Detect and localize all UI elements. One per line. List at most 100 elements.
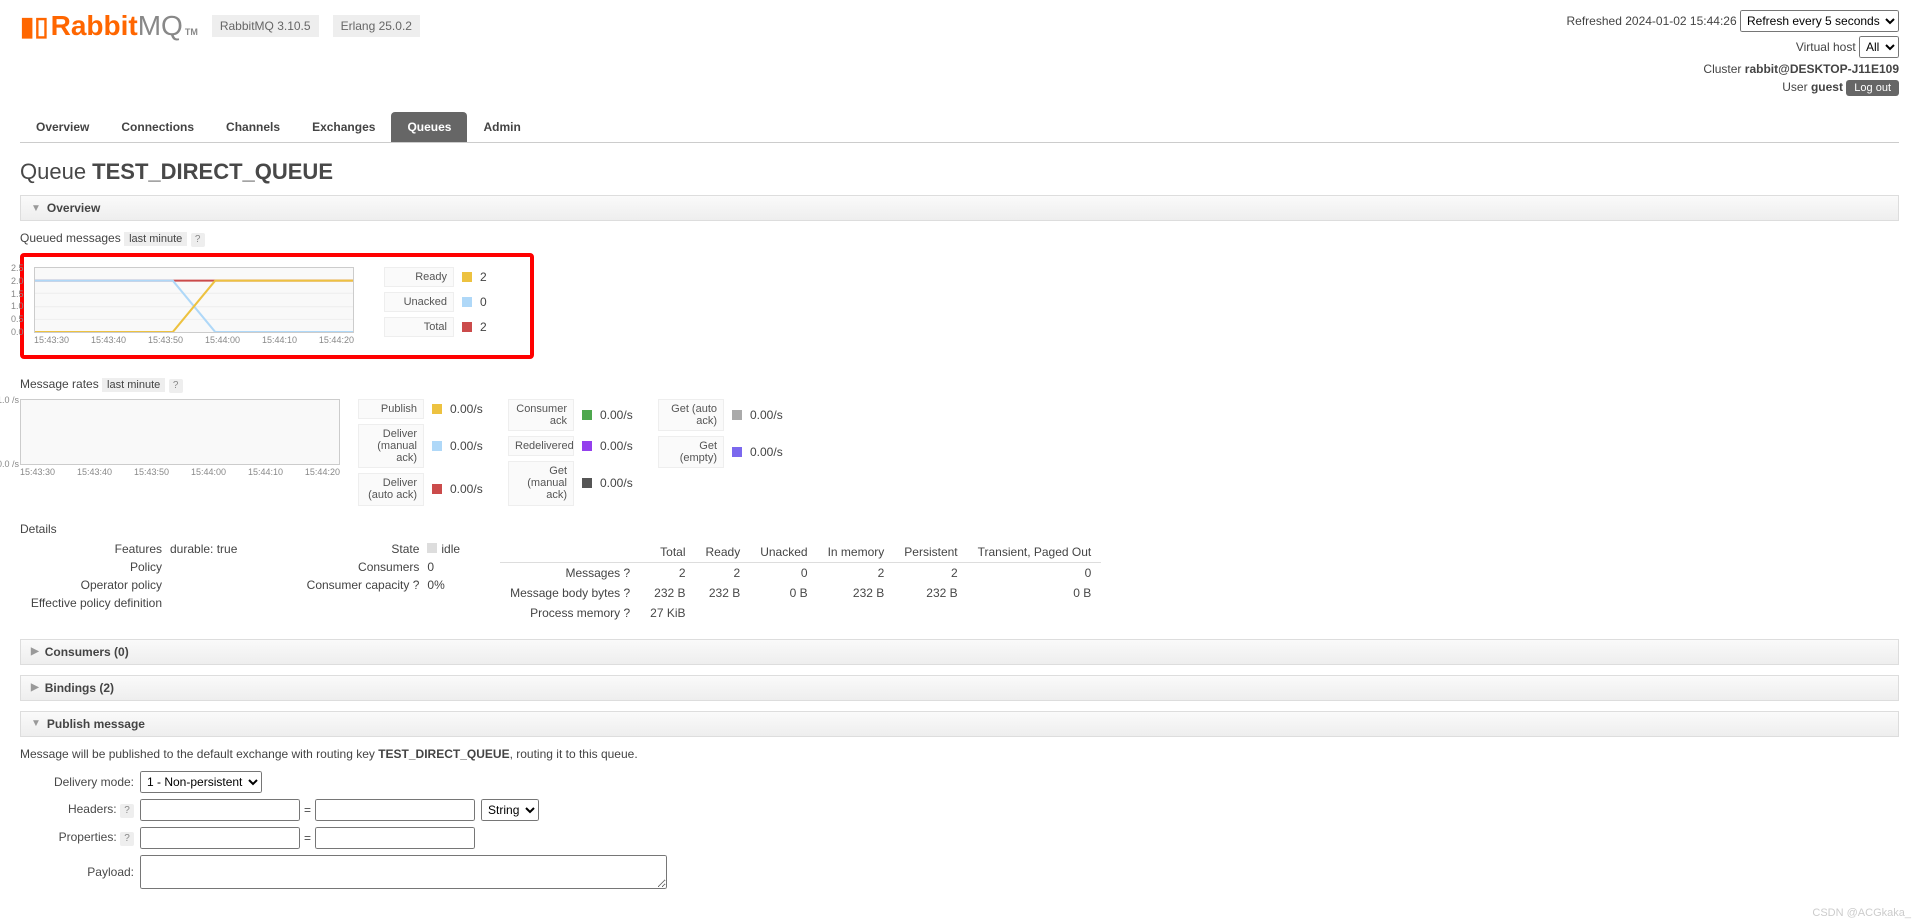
legend-value: 0.00/s (450, 402, 490, 416)
tab-overview[interactable]: Overview (20, 112, 105, 142)
section-publish-header[interactable]: ▼ Publish message (20, 711, 1899, 737)
rates-legend-col: Consumer ack0.00/sRedelivered0.00/sGet (… (508, 399, 640, 506)
logo-text-mq: MQ (138, 10, 183, 42)
swatch-icon (462, 322, 472, 332)
legend-ready: Ready 2 (384, 267, 520, 287)
legend-label: Deliver (auto ack) (358, 473, 424, 505)
property-key-input[interactable] (140, 827, 300, 849)
cell-value: 0 B (750, 583, 817, 603)
header-value-input[interactable] (315, 799, 475, 821)
property-value-input[interactable] (315, 827, 475, 849)
idle-icon (427, 543, 437, 553)
section-overview-header[interactable]: ▼ Overview (20, 195, 1899, 221)
detail-key: Operator policy (20, 578, 170, 592)
refresh-interval-select[interactable]: Refresh every 5 seconds (1740, 10, 1899, 32)
collapse-icon: ▼ (31, 203, 41, 214)
logo[interactable]: ▮▯ RabbitMQTM (20, 10, 198, 42)
col-header: Unacked (750, 542, 817, 563)
queued-messages-chart: 2.5 2.0 1.5 1.0 0.5 0.0 15:43:30 15 (34, 267, 354, 345)
legend-row: Get (auto ack)0.00/s (658, 399, 790, 431)
logout-button[interactable]: Log out (1846, 80, 1899, 96)
watermark: CSDN @ACGkaka_ (1812, 907, 1911, 919)
cell-value: 0 B (968, 583, 1102, 603)
refreshed-label: Refreshed (1567, 14, 1622, 28)
rates-legend-col: Get (auto ack)0.00/s Get (empty) 0.00/s (658, 399, 790, 468)
page-title: Queue TEST_DIRECT_QUEUE (20, 159, 1899, 185)
swatch-icon (462, 297, 472, 307)
col-header: Persistent (894, 542, 967, 563)
time-range-badge[interactable]: last minute (102, 378, 165, 392)
swatch-icon (732, 410, 742, 420)
queue-name: TEST_DIRECT_QUEUE (92, 159, 333, 184)
message-rates-label: Message rates last minute ? (20, 377, 1899, 393)
expand-icon: ▶ (31, 682, 39, 693)
detail-key: Policy (20, 560, 170, 574)
legend-value: 0.00/s (750, 445, 790, 459)
legend-value: 0.00/s (750, 408, 790, 422)
legend-unacked: Unacked 0 (384, 292, 520, 312)
legend-value: 0.00/s (450, 439, 490, 453)
vhost-label: Virtual host (1796, 40, 1856, 54)
queued-messages-highlight: 2.5 2.0 1.5 1.0 0.5 0.0 15:43:30 15 (20, 253, 534, 359)
swatch-icon (582, 410, 592, 420)
col-header: Ready (696, 542, 751, 563)
cell-value (750, 603, 817, 623)
cell-value: 0 (750, 562, 817, 583)
swatch-icon (462, 272, 472, 282)
legend-row: Deliver (manual ack)0.00/s (358, 424, 490, 468)
legend-label: Get (manual ack) (508, 461, 574, 505)
cluster-label: Cluster (1703, 62, 1741, 76)
details-heading: Details (20, 522, 1899, 536)
legend-value: 0.00/s (600, 408, 640, 422)
tab-admin[interactable]: Admin (467, 112, 536, 142)
swatch-icon (432, 441, 442, 451)
logo-text-rabbit: Rabbit (51, 10, 138, 42)
cell-value (696, 603, 751, 623)
header-type-select[interactable]: String (481, 799, 539, 821)
erlang-version-badge: Erlang 25.0.2 (333, 15, 420, 37)
tab-exchanges[interactable]: Exchanges (296, 112, 391, 142)
cell-value: 27 KiB (640, 603, 695, 623)
legend-total: Total 2 (384, 317, 520, 337)
section-consumers-header[interactable]: ▶ Consumers (0) (20, 639, 1899, 665)
help-icon[interactable]: ? (191, 233, 205, 247)
payload-textarea[interactable] (140, 855, 667, 889)
help-icon[interactable]: ? (120, 804, 134, 818)
legend-label: Get (empty) (658, 436, 724, 468)
detail-value: 0% (427, 578, 444, 592)
cell-value (894, 603, 967, 623)
delivery-mode-select[interactable]: 1 - Non-persistent (140, 771, 262, 793)
expand-icon: ▶ (31, 646, 39, 657)
tab-channels[interactable]: Channels (210, 112, 296, 142)
help-icon[interactable]: ? (169, 379, 183, 393)
col-header: Transient, Paged Out (968, 542, 1102, 563)
row-label: Messages ? (500, 562, 640, 583)
header-key-input[interactable] (140, 799, 300, 821)
details-mid-col: StateidleConsumers0Consumer capacity ?0% (277, 542, 460, 623)
swatch-icon (732, 447, 742, 457)
legend-row: Deliver (auto ack)0.00/s (358, 473, 490, 505)
cell-value: 2 (640, 562, 695, 583)
tab-connections[interactable]: Connections (105, 112, 210, 142)
row-label: Process memory ? (500, 603, 640, 623)
cell-value: 2 (696, 562, 751, 583)
tab-queues[interactable]: Queues (391, 112, 467, 142)
row-label: Message body bytes ? (500, 583, 640, 603)
section-bindings-header[interactable]: ▶ Bindings (2) (20, 675, 1899, 701)
time-range-badge[interactable]: last minute (124, 232, 187, 246)
legend-value: 0.00/s (600, 439, 640, 453)
queued-messages-label: Queued messages last minute ? (20, 231, 1899, 247)
cell-value: 2 (818, 562, 895, 583)
properties-label: Properties: ? (20, 830, 140, 846)
help-icon[interactable]: ? (120, 832, 134, 846)
queued-messages-legend: Ready 2 Unacked 0 Total 2 (384, 267, 520, 337)
cell-value: 232 B (818, 583, 895, 603)
refreshed-time: 2024-01-02 15:44:26 (1625, 14, 1736, 28)
detail-value: durable: true (170, 542, 237, 556)
legend-row: Get (manual ack)0.00/s (508, 461, 640, 505)
delivery-mode-label: Delivery mode: (20, 775, 140, 789)
message-rates-chart: 1.0 /s 0.0 /s 15:43:30 15:43:40 15:43:50… (20, 399, 340, 477)
logo-area: ▮▯ RabbitMQTM RabbitMQ 3.10.5 Erlang 25.… (20, 10, 420, 42)
rabbitmq-version-badge: RabbitMQ 3.10.5 (212, 15, 319, 37)
vhost-select[interactable]: All (1859, 36, 1899, 58)
